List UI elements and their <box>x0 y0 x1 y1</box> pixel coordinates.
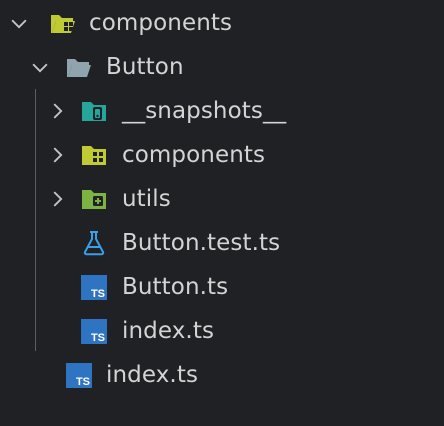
chevron-right-icon[interactable] <box>46 144 68 166</box>
folder-snapshots-icon <box>82 102 106 121</box>
chevron-down-icon[interactable] <box>8 12 30 34</box>
test-flask-icon <box>83 231 105 256</box>
tree-item-snapshots-folder[interactable]: __snapshots__ <box>0 89 444 133</box>
tree-item-button-ts-file[interactable]: TS Button.ts <box>0 265 444 309</box>
folder-open-icon <box>67 59 91 77</box>
typescript-file-icon: TS <box>81 275 107 300</box>
chevron-down-icon[interactable] <box>29 56 51 78</box>
folder-utils-icon <box>82 190 106 209</box>
tree-item-label: Button.ts <box>122 274 229 300</box>
tree-item-label: index.ts <box>122 318 215 344</box>
tree-item-label: Button.test.ts <box>122 230 281 256</box>
tree-item-button-folder[interactable]: Button <box>0 45 444 89</box>
tree-item-label: Button <box>106 54 184 80</box>
tree-item-components-folder[interactable]: components <box>0 133 444 177</box>
tree-item-index-ts-file[interactable]: TS index.ts <box>0 309 444 353</box>
tree-item-label: index.ts <box>106 362 199 388</box>
chevron-right-icon[interactable] <box>46 188 68 210</box>
file-explorer-tree: components Button __snapshots__ componen… <box>0 0 444 426</box>
tree-item-label: components <box>122 142 266 168</box>
tree-item-root-index-ts-file[interactable]: TS index.ts <box>0 353 444 397</box>
ts-icon-text: TS <box>91 288 105 300</box>
folder-open-components-icon <box>51 15 75 33</box>
tree-item-label: components <box>89 10 233 36</box>
tree-item-label: __snapshots__ <box>122 98 287 124</box>
tree-item-utils-folder[interactable]: utils <box>0 177 444 221</box>
ts-icon-text: TS <box>91 332 105 344</box>
tree-item-components-root[interactable]: components <box>0 1 444 45</box>
typescript-file-icon: TS <box>81 319 107 344</box>
typescript-file-icon: TS <box>66 363 92 388</box>
tree-item-label: utils <box>122 186 171 212</box>
ts-icon-text: TS <box>76 376 90 388</box>
chevron-right-icon[interactable] <box>46 100 68 122</box>
tree-item-button-test-file[interactable]: Button.test.ts <box>0 221 444 265</box>
folder-components-icon <box>82 146 106 165</box>
